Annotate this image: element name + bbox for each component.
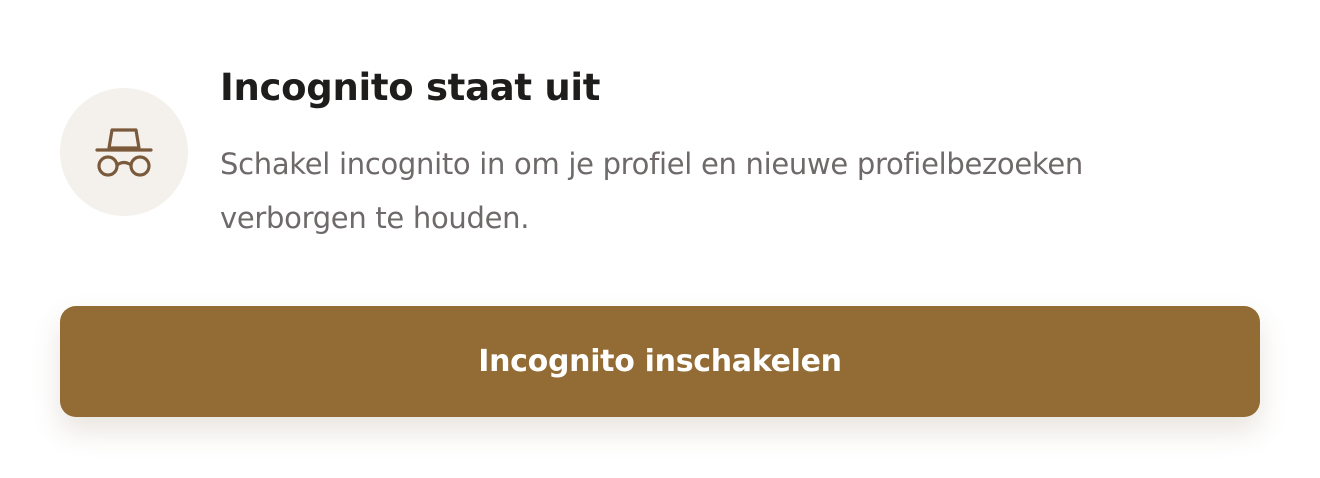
incognito-status-title: Incognito staat uit [220,66,601,109]
enable-incognito-button[interactable]: Incognito inschakelen [60,306,1260,417]
incognito-description: Schakel incognito in om je profiel en ni… [220,147,1084,235]
incognito-icon-badge [60,88,188,216]
incognito-icon [95,128,153,177]
incognito-card: Incognito staat uit Schakel incognito in… [0,0,1320,478]
